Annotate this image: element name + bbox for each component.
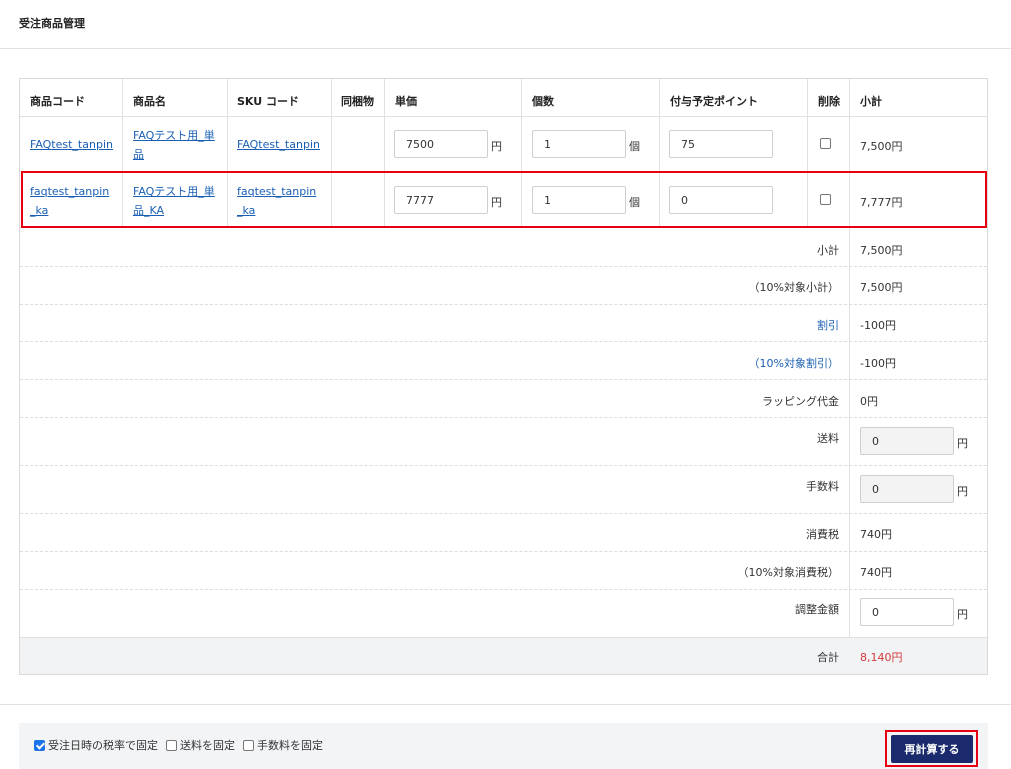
fix-fee-label: 手数料を固定 (257, 739, 323, 752)
row-divider (20, 227, 987, 228)
fix-tax-rate-label: 受注日時の税率で固定 (48, 739, 158, 752)
price-unit: 円 (491, 196, 502, 209)
wrapping-value: 0円 (860, 395, 878, 408)
quantity-unit: 個 (629, 140, 640, 153)
points-input[interactable] (669, 130, 773, 158)
sku-code-link[interactable]: FAQtest_tanpin (237, 135, 320, 154)
column-header-points: 付与予定ポイント (670, 95, 758, 108)
unit-price-input[interactable] (394, 186, 488, 214)
recalculate-button[interactable]: 再計算する (891, 735, 973, 763)
column-divider (807, 79, 808, 227)
row-subtotal: 7,777円 (860, 196, 903, 209)
sku-code-link[interactable]: faqtest_tanpin _ka (237, 182, 316, 220)
total-value: 8,140円 (860, 651, 903, 664)
wrapping-label: ラッピング代金 (762, 395, 839, 408)
column-divider (521, 79, 522, 227)
fee-input[interactable] (860, 475, 954, 503)
fix-tax-rate-option[interactable]: 受注日時の税率で固定 (34, 737, 158, 753)
column-divider (331, 79, 332, 227)
column-header-subtotal: 小計 (860, 95, 882, 108)
fee-label: 手数料 (806, 480, 839, 493)
column-divider (659, 79, 660, 227)
column-header-code: 商品コード (30, 95, 85, 108)
discount-label: 割引 (817, 319, 839, 332)
column-header-price: 単価 (395, 95, 417, 108)
product-code-link[interactable]: FAQtest_tanpin (30, 135, 113, 154)
fee-unit: 円 (957, 485, 968, 498)
column-divider (122, 79, 123, 227)
tax-value: 740円 (860, 528, 892, 541)
row-divider (20, 171, 987, 172)
column-divider (384, 79, 385, 227)
column-divider (227, 79, 228, 227)
row-divider (20, 341, 987, 342)
column-header-bundle: 同梱物 (341, 95, 374, 108)
total-label: 合計 (817, 651, 839, 664)
fix-shipping-label: 送料を固定 (180, 739, 235, 752)
shipping-unit: 円 (957, 437, 968, 450)
row-subtotal: 7,500円 (860, 140, 903, 153)
column-header-delete: 削除 (818, 95, 840, 108)
adjustment-unit: 円 (957, 608, 968, 621)
row-divider (20, 589, 987, 590)
section-divider (0, 704, 1011, 705)
discount-value: -100円 (860, 319, 896, 332)
row-divider (20, 551, 987, 552)
row-divider (20, 513, 987, 514)
subtotal-10-label: （10%対象小計） (748, 281, 839, 294)
fix-tax-rate-checkbox[interactable] (34, 739, 45, 751)
column-header-name: 商品名 (133, 95, 166, 108)
product-name-link[interactable]: FAQテスト用_単 品_KA (133, 182, 215, 220)
subtotal-label: 小計 (817, 244, 839, 257)
fix-fee-checkbox[interactable] (243, 739, 254, 751)
discount-10-value: -100円 (860, 357, 896, 370)
fix-fee-option[interactable]: 手数料を固定 (243, 737, 323, 753)
row-divider (20, 417, 987, 418)
unit-price-input[interactable] (394, 130, 488, 158)
quantity-input[interactable] (532, 130, 626, 158)
shipping-input[interactable] (860, 427, 954, 455)
shipping-label: 送料 (817, 432, 839, 445)
quantity-unit: 個 (629, 196, 640, 209)
row-divider (20, 637, 987, 638)
row-divider (20, 304, 987, 305)
subtotal-10-value: 7,500円 (860, 281, 903, 294)
product-code-link[interactable]: faqtest_tanpin _ka (30, 182, 109, 220)
row-divider (20, 465, 987, 466)
order-items-table: 商品コード 商品名 SKU コード 同梱物 単価 個数 付与予定ポイント 削除 … (19, 78, 988, 675)
row-divider (20, 116, 987, 117)
total-row (20, 637, 987, 674)
page-title: 受注商品管理 (19, 17, 85, 30)
delete-checkbox[interactable] (820, 138, 831, 149)
subtotal-value: 7,500円 (860, 244, 903, 257)
footer-bar: 受注日時の税率で固定 送料を固定 手数料を固定 (19, 723, 988, 769)
points-input[interactable] (669, 186, 773, 214)
row-divider (20, 266, 987, 267)
tax-10-value: 740円 (860, 566, 892, 579)
column-divider (849, 79, 850, 674)
quantity-input[interactable] (532, 186, 626, 214)
tax-10-label: （10%対象消費税） (737, 566, 839, 579)
fix-shipping-checkbox[interactable] (166, 739, 177, 751)
price-unit: 円 (491, 140, 502, 153)
delete-checkbox[interactable] (820, 194, 831, 205)
column-header-sku: SKU コード (237, 95, 300, 108)
row-divider (20, 379, 987, 380)
adjustment-label: 調整金額 (795, 603, 839, 616)
column-header-quantity: 個数 (532, 95, 554, 108)
fix-shipping-option[interactable]: 送料を固定 (166, 737, 235, 753)
tax-label: 消費税 (806, 528, 839, 541)
page-header: 受注商品管理 (0, 0, 1011, 49)
adjustment-input[interactable] (860, 598, 954, 626)
product-name-link[interactable]: FAQテスト用_単品 (133, 126, 215, 164)
discount-10-label: （10%対象割引） (748, 357, 839, 370)
